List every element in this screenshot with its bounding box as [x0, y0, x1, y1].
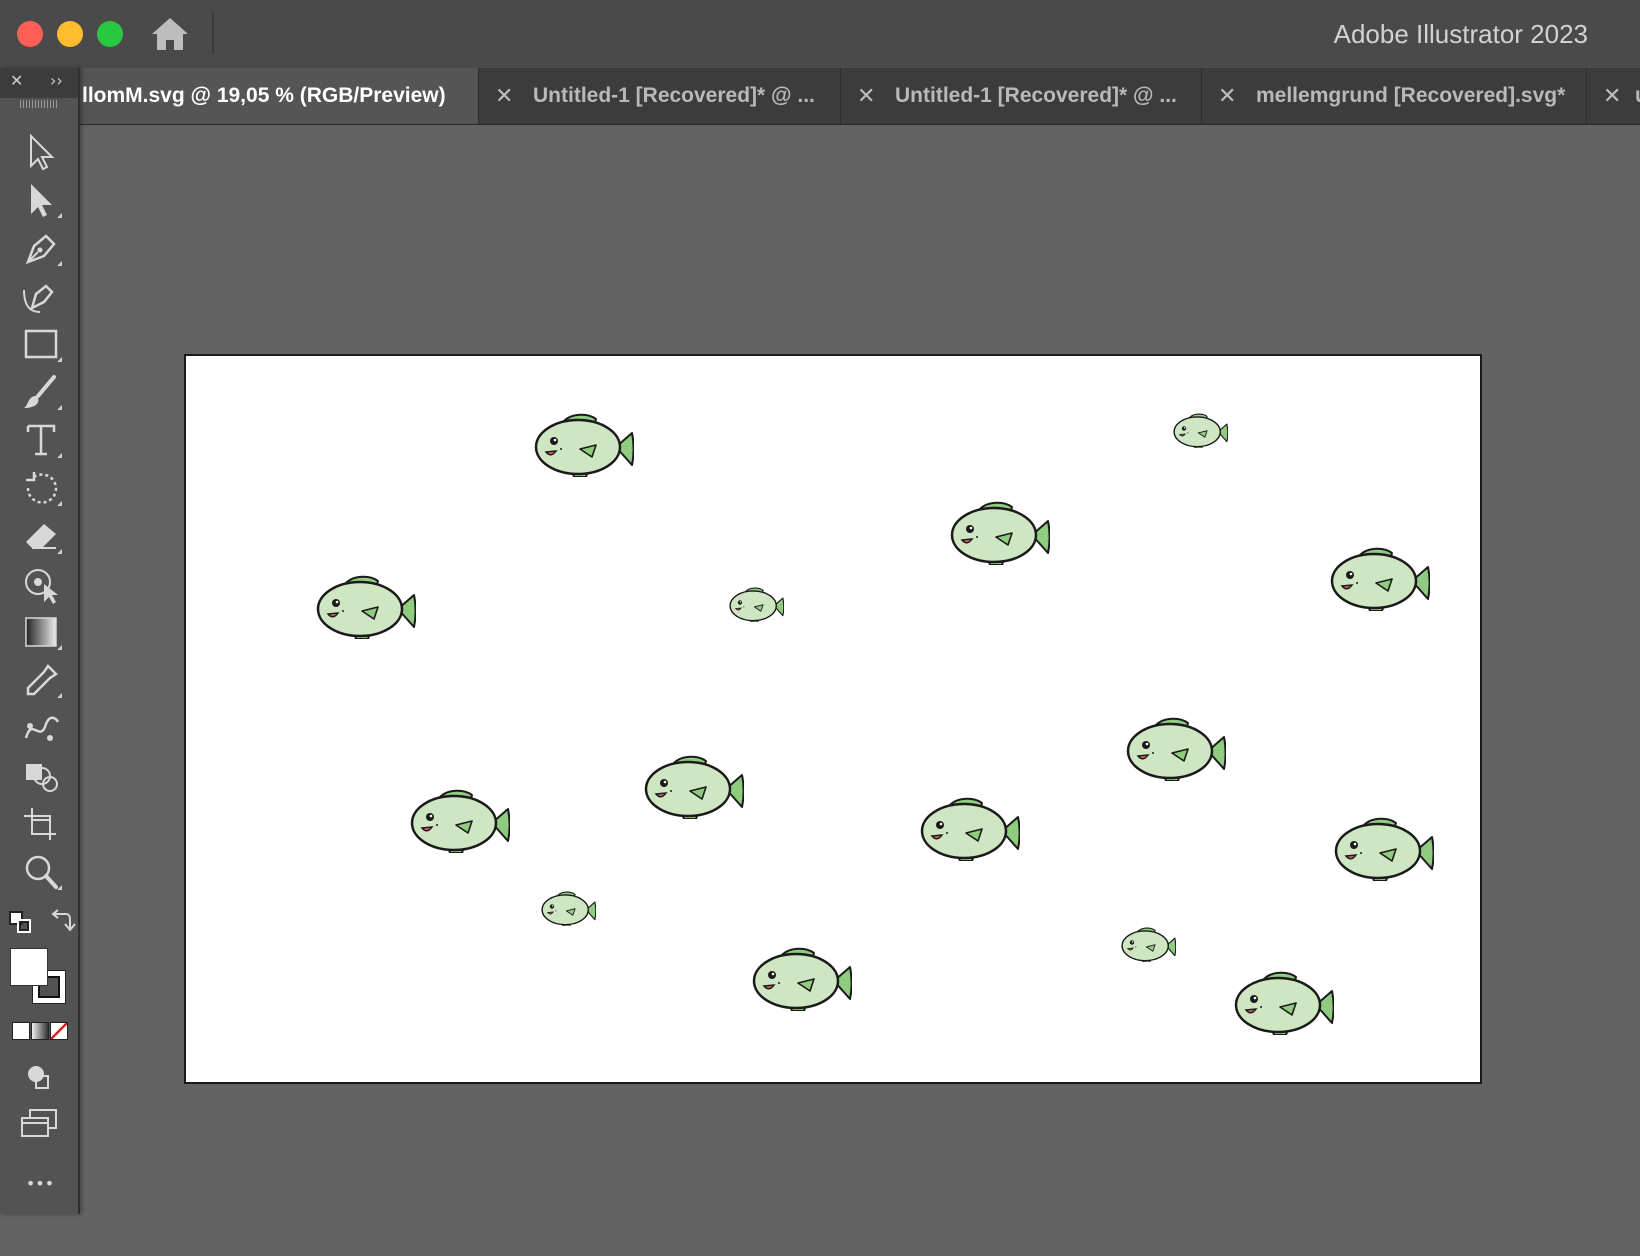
- tools-panel-header: ✕ ››: [0, 68, 78, 98]
- fish-illustration[interactable]: [752, 945, 852, 1011]
- gradient-mode-icon[interactable]: [31, 1022, 49, 1040]
- window-minimize-button[interactable]: [57, 21, 83, 47]
- document-tab[interactable]: ✕ Untitled-1 [Recovered]* @ ...: [478, 68, 840, 124]
- rotate-tool-icon[interactable]: [20, 468, 64, 508]
- zoom-tool-icon[interactable]: [20, 852, 64, 892]
- direct-selection-tool-icon[interactable]: [20, 180, 64, 220]
- color-mode-buttons: [12, 1022, 68, 1040]
- default-fill-stroke-icon[interactable]: [8, 910, 34, 934]
- none-mode-icon[interactable]: [50, 1022, 68, 1040]
- fish-illustration[interactable]: [1234, 969, 1334, 1035]
- title-divider: [212, 12, 214, 54]
- fish-illustration[interactable]: [950, 499, 1050, 565]
- swap-fill-stroke-icon[interactable]: [48, 908, 76, 934]
- tab-close-icon[interactable]: ✕: [1603, 68, 1621, 124]
- app-title: Adobe Illustrator 2023: [1333, 19, 1588, 49]
- puppet-warp-tool-icon[interactable]: [20, 564, 64, 604]
- fish-illustration[interactable]: [1120, 926, 1176, 963]
- window-maximize-button[interactable]: [97, 21, 123, 47]
- tab-label: llomM.svg @ 19,05 % (RGB/Preview): [82, 84, 446, 107]
- pen-tool-icon[interactable]: [20, 228, 64, 268]
- title-bar: Adobe Illustrator 2023: [0, 0, 1640, 68]
- selection-tool-icon[interactable]: [20, 132, 64, 172]
- screen-mode-icon[interactable]: [18, 1104, 62, 1144]
- eyedropper-tool-icon[interactable]: [20, 660, 64, 700]
- tab-label: Untitled-1 [Recovered]* @ ...: [533, 84, 815, 107]
- tab-label: u: [1635, 68, 1640, 124]
- tab-close-icon[interactable]: ✕: [495, 68, 513, 124]
- fish-illustration[interactable]: [644, 753, 744, 819]
- gradient-tool-icon[interactable]: [20, 612, 64, 652]
- fill-stroke-swatches[interactable]: [10, 948, 70, 1008]
- tools-panel: ✕ ›› •••: [0, 68, 80, 1214]
- document-tab[interactable]: ✕ mellemgrund [Recovered].svg*: [1201, 68, 1586, 124]
- document-tab[interactable]: ✕ Untitled-1 [Recovered]* @ ...: [840, 68, 1201, 124]
- fill-swatch[interactable]: [10, 948, 48, 986]
- home-icon[interactable]: [148, 14, 192, 54]
- tab-label: Untitled-1 [Recovered]* @ ...: [895, 84, 1177, 107]
- fish-illustration[interactable]: [920, 795, 1020, 861]
- fish-illustration[interactable]: [534, 411, 634, 477]
- fish-illustration[interactable]: [1334, 815, 1434, 881]
- artboard[interactable]: [184, 354, 1482, 1084]
- tab-close-icon[interactable]: ✕: [857, 68, 875, 124]
- type-tool-icon[interactable]: [20, 420, 64, 460]
- fish-illustration[interactable]: [1172, 412, 1228, 449]
- color-mode-icon[interactable]: [12, 1022, 30, 1040]
- document-tab-bar: llomM.svg @ 19,05 % (RGB/Preview) ✕ Unti…: [0, 68, 1640, 125]
- tab-label: mellemgrund [Recovered].svg*: [1256, 84, 1566, 107]
- shape-builder-tool-icon[interactable]: [20, 756, 64, 796]
- fish-illustration[interactable]: [540, 890, 596, 927]
- artboard-tool-icon[interactable]: [20, 804, 64, 844]
- panel-grip[interactable]: [20, 100, 58, 108]
- document-tab[interactable]: ✕ u: [1586, 68, 1640, 124]
- tab-close-icon[interactable]: ✕: [1218, 68, 1236, 124]
- curvature-tool-icon[interactable]: [20, 276, 64, 316]
- fish-illustration[interactable]: [410, 787, 510, 853]
- document-tab-active[interactable]: llomM.svg @ 19,05 % (RGB/Preview): [80, 68, 478, 124]
- more-tools-icon[interactable]: •••: [20, 1174, 60, 1194]
- window-close-button[interactable]: [17, 21, 43, 47]
- rectangle-tool-icon[interactable]: [20, 324, 64, 364]
- fish-illustration[interactable]: [1330, 545, 1430, 611]
- eraser-tool-icon[interactable]: [20, 516, 64, 556]
- fish-illustration[interactable]: [728, 586, 784, 623]
- fish-illustration[interactable]: [316, 573, 416, 639]
- draw-mode-icon[interactable]: [18, 1058, 62, 1098]
- paintbrush-tool-icon[interactable]: [20, 372, 64, 412]
- blend-tool-icon[interactable]: [20, 708, 64, 748]
- fish-illustration[interactable]: [1126, 715, 1226, 781]
- panel-close-icon[interactable]: ✕: [10, 71, 23, 90]
- panel-expand-icon[interactable]: ››: [50, 71, 63, 90]
